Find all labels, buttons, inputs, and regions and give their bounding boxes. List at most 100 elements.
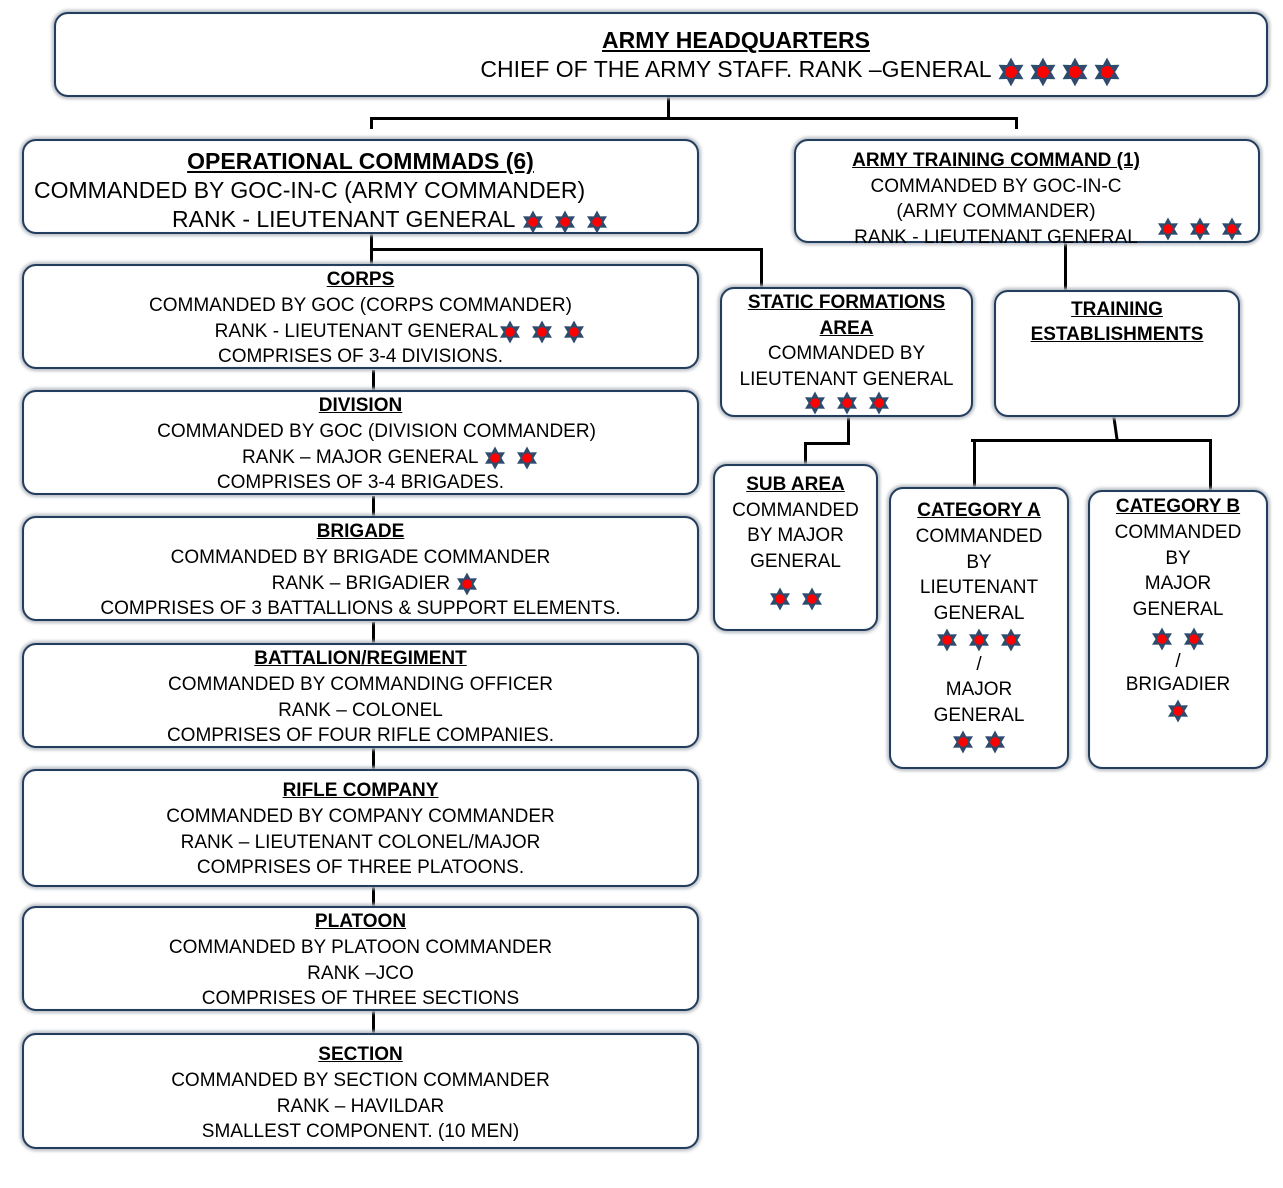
training-establishments-title-2: ESTABLISHMENTS	[1030, 324, 1204, 345]
operational-title: OPERATIONAL COMMMADS (6)	[187, 148, 534, 174]
static-formations-commander: COMMANDED BY	[767, 343, 926, 364]
star-icon	[1028, 57, 1058, 87]
brigade-box: BRIGADE COMMANDED BY BRIGADE COMMANDER R…	[22, 516, 699, 621]
category-a-line-6: GENERAL	[933, 704, 1025, 726]
category-a-box: CATEGORY A COMMANDED BY LIEUTENANT GENER…	[889, 487, 1069, 769]
category-a-line-3: LIEUTENANT	[919, 577, 1039, 599]
category-a-line-4: GENERAL	[933, 603, 1025, 625]
connector-te-horizontal	[971, 439, 1212, 442]
division-rank: RANK – MAJOR GENERAL	[24, 445, 697, 471]
star-icon	[1182, 627, 1206, 651]
battalion-rank: RANK – COLONEL	[278, 699, 443, 721]
star-icon	[1156, 217, 1180, 241]
connector-static-sub-h	[804, 442, 850, 445]
star-icon	[1220, 217, 1244, 241]
category-b-line-1: COMMANDED	[1114, 521, 1242, 543]
connector-to-cat-a	[973, 439, 976, 489]
corps-commander: COMMANDED BY GOC (CORPS COMMANDER)	[149, 294, 572, 316]
star-icon	[530, 320, 554, 344]
category-b-line-3: MAJOR	[1144, 573, 1212, 595]
star-icon	[1166, 699, 1190, 723]
category-a-line-1: COMMANDED	[915, 525, 1043, 547]
star-icon	[800, 587, 824, 611]
star-icon	[585, 210, 609, 234]
connector-platoon-section	[372, 1011, 375, 1033]
platoon-commander: COMMANDED BY PLATOON COMMANDER	[168, 936, 553, 958]
connector-static-sub-v2	[804, 442, 807, 466]
training-command-title: ARMY TRAINING COMMAND (1)	[852, 150, 1140, 171]
connector-brigade-battalion	[372, 622, 375, 644]
rifle-company-title: RIFLE COMPANY	[282, 780, 439, 801]
section-commander: COMMANDED BY SECTION COMMANDER	[171, 1069, 550, 1091]
connector-battalion-company	[372, 748, 375, 770]
rank-stars	[1166, 698, 1190, 724]
category-b-line-2: BY	[1165, 547, 1191, 569]
rank-stars	[521, 206, 609, 235]
platoon-rank: RANK –JCO	[307, 962, 414, 984]
brigade-rank-text: RANK – BRIGADIER	[271, 572, 451, 594]
operational-rank-text: RANK - LIEUTENANT GENERAL	[172, 206, 515, 232]
star-icon	[967, 628, 991, 652]
category-b-separator: /	[1175, 650, 1181, 672]
category-b-line-4: GENERAL	[1132, 599, 1224, 621]
rank-stars	[768, 586, 824, 612]
division-title: DIVISION	[318, 395, 403, 416]
rifle-company-composition: COMPRISES OF THREE PLATOONS.	[196, 857, 525, 879]
training-establishments-box: TRAINING ESTABLISHMENTS	[994, 290, 1240, 417]
connector-hq-down	[667, 97, 670, 119]
brigade-title: BRIGADE	[316, 521, 405, 542]
rank-stars	[1150, 626, 1206, 652]
star-icon	[867, 391, 891, 415]
category-a-title: CATEGORY A	[917, 500, 1041, 521]
corps-rank-text: RANK - LIEUTENANT GENERAL	[214, 320, 499, 342]
category-b-box: CATEGORY B COMMANDED BY MAJOR GENERAL / …	[1088, 490, 1268, 769]
static-formations-title-2: AREA	[819, 317, 874, 339]
operational-commander: COMMANDED BY GOC-IN-C (ARMY COMMANDER)	[34, 177, 586, 203]
brigade-composition: COMPRISES OF 3 BATTALLIONS & SUPPORT ELE…	[100, 598, 621, 620]
category-a-line-2: BY	[966, 551, 992, 573]
battalion-title: BATTALION/REGIMENT	[254, 648, 467, 669]
division-rank-text: RANK – MAJOR GENERAL	[241, 446, 478, 468]
star-icon	[803, 391, 827, 415]
section-box: SECTION COMMANDED BY SECTION COMMANDER R…	[22, 1033, 699, 1149]
hq-line: CHIEF OF THE ARMY STAFF. RANK –GENERAL	[480, 56, 992, 82]
star-icon	[935, 628, 959, 652]
section-title: SECTION	[318, 1044, 403, 1065]
corps-composition: COMPRISES OF 3-4 DIVISIONS.	[217, 346, 504, 368]
category-a-separator: /	[976, 653, 982, 675]
hq-title: ARMY HEADQUARTERS	[602, 27, 870, 53]
connector-to-training-command	[1015, 117, 1018, 129]
operational-rank: RANK - LIEUTENANT GENERAL	[24, 205, 697, 235]
training-command-commander: COMMANDED BY GOC-IN-C	[870, 175, 1122, 197]
sub-area-line-1: COMMANDED	[732, 499, 859, 521]
connector-atc-to-te	[1064, 243, 1067, 291]
division-composition: COMPRISES OF 3-4 BRIGADES.	[216, 472, 505, 494]
rank-stars	[935, 627, 1023, 653]
category-b-line-5: BRIGADIER	[1125, 673, 1231, 695]
battalion-composition: COMPRISES OF FOUR RIFLE COMPANIES.	[166, 725, 555, 747]
battalion-commander: COMMANDED BY COMMANDING OFFICER	[168, 673, 553, 695]
rifle-company-box: RIFLE COMPANY COMMANDED BY COMPANY COMMA…	[22, 769, 699, 887]
brigade-commander: COMMANDED BY BRIGADE COMMANDER	[170, 546, 551, 568]
connector-te-down	[1112, 417, 1119, 440]
star-icon	[1150, 627, 1174, 651]
static-formations-title: STATIC FORMATIONS	[747, 292, 946, 313]
connector-company-platoon	[372, 886, 375, 907]
star-icon	[483, 446, 507, 470]
corps-rank: RANK - LIEUTENANT GENERAL	[24, 319, 697, 345]
division-box: DIVISION COMMANDED BY GOC (DIVISION COMM…	[22, 390, 699, 495]
star-icon	[515, 446, 539, 470]
rank-stars	[951, 729, 1007, 755]
division-commander: COMMANDED BY GOC (DIVISION COMMANDER)	[157, 420, 596, 442]
connector-corps-division	[372, 370, 375, 391]
connector-division-brigade	[372, 496, 375, 517]
connector-hq-horizontal	[370, 117, 1018, 120]
rank-stars	[996, 56, 1122, 87]
connector-operational-to-static	[370, 248, 762, 251]
rank-stars	[803, 390, 891, 416]
star-icon	[521, 210, 545, 234]
training-command-rank: RANK - LIEUTENANT GENERAL	[854, 226, 1138, 248]
rank-stars	[483, 445, 539, 471]
platoon-composition: COMPRISES OF THREE SECTIONS	[201, 988, 520, 1010]
sub-area-line-3: GENERAL	[750, 550, 841, 572]
